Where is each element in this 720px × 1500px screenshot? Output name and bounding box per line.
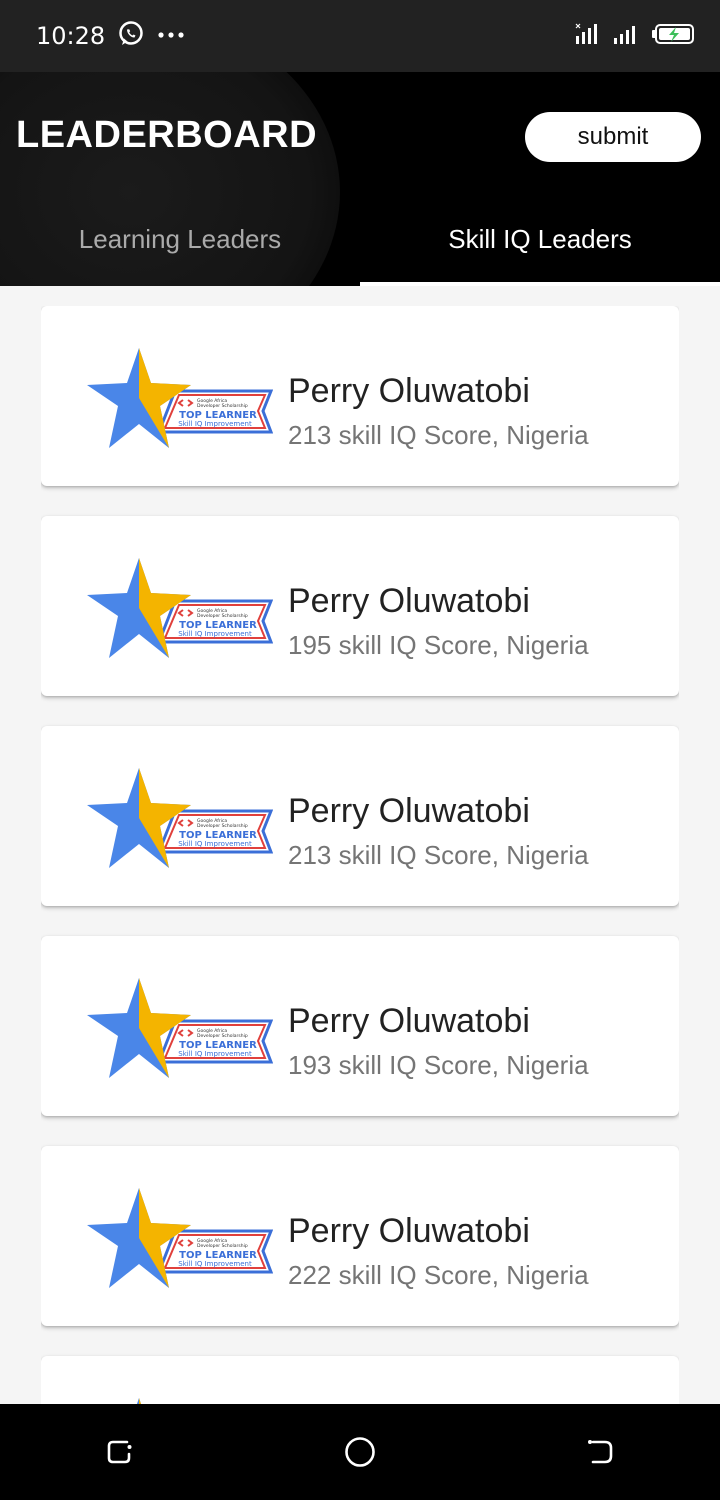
leader-score: 222 skill IQ Score, Nigeria xyxy=(288,1260,589,1290)
badge-subtitle: Skill IQ Improvement xyxy=(178,1260,252,1268)
submit-button[interactable]: submit xyxy=(525,112,701,162)
screen: 10:28 LEADERBOARD submit Learning Leader… xyxy=(0,0,720,1500)
status-bar: 10:28 xyxy=(0,0,720,72)
signal-icon xyxy=(612,22,640,51)
top-learner-badge-icon: Google AfricaDeveloper ScholarshipTOP LE… xyxy=(87,766,274,870)
top-learner-badge-icon: Google AfricaDeveloper ScholarshipTOP LE… xyxy=(87,1396,273,1404)
badge-line2: Developer Scholarship xyxy=(197,823,248,829)
recent-apps-icon[interactable] xyxy=(90,1422,150,1482)
status-right xyxy=(574,22,696,51)
leader-score: 195 skill IQ Score, Nigeria xyxy=(288,630,589,660)
battery-charging-icon xyxy=(650,22,696,51)
home-icon[interactable] xyxy=(330,1422,390,1482)
leader-card[interactable]: Google AfricaDeveloper ScholarshipTOP LE… xyxy=(41,1146,679,1326)
tab-bar: Learning Leaders Skill IQ Leaders xyxy=(0,200,720,286)
top-learner-badge-icon: Google AfricaDeveloper ScholarshipTOP LE… xyxy=(87,1186,274,1290)
status-time: 10:28 xyxy=(36,22,106,50)
leader-card[interactable]: Google AfricaDeveloper ScholarshipTOP LE… xyxy=(41,516,679,696)
leader-name: Perry Oluwatobi xyxy=(288,582,530,620)
badge-subtitle: Skill IQ Improvement xyxy=(178,1050,252,1058)
badge-subtitle: Skill IQ Improvement xyxy=(178,420,252,428)
top-learner-badge-icon: Google AfricaDeveloper ScholarshipTOP LE… xyxy=(87,556,274,660)
leader-name: Perry Oluwatobi xyxy=(288,372,530,410)
tab-skill-iq-leaders[interactable]: Skill IQ Leaders xyxy=(360,200,720,286)
more-dots-icon xyxy=(157,27,185,45)
badge-line2: Developer Scholarship xyxy=(197,613,248,619)
leader-name: Perry Oluwatobi xyxy=(288,1002,530,1040)
navigation-bar xyxy=(0,1404,720,1500)
leader-card[interactable]: Google AfricaDeveloper ScholarshipTOP LE… xyxy=(41,726,679,906)
app-bar: LEADERBOARD submit Learning Leaders Skil… xyxy=(0,72,720,286)
top-learner-badge-icon: Google AfricaDeveloper ScholarshipTOP LE… xyxy=(87,976,274,1080)
signal-icon xyxy=(574,22,602,51)
leaders-list[interactable]: Google Africa Developer Scholarship TOP LE… xyxy=(41,306,679,1404)
leader-card[interactable]: Google AfricaDeveloper ScholarshipTOP LE… xyxy=(41,306,679,486)
leader-name: Perry Oluwatobi xyxy=(288,1212,530,1250)
leader-score: 213 skill IQ Score, Nigeria xyxy=(288,840,589,870)
badge-line2: Developer Scholarship xyxy=(197,1243,248,1249)
leader-card[interactable]: Google AfricaDeveloper ScholarshipTOP LE… xyxy=(41,936,679,1116)
leader-name: Perry Oluwatobi xyxy=(288,792,530,830)
badge-line2: Developer Scholarship xyxy=(197,1033,248,1039)
back-icon[interactable] xyxy=(570,1422,630,1482)
badge-line2: Developer Scholarship xyxy=(197,403,248,409)
whatsapp-icon xyxy=(117,20,145,53)
leader-score: 213 skill IQ Score, Nigeria xyxy=(288,420,589,450)
badge-subtitle: Skill IQ Improvement xyxy=(178,840,252,848)
top-learner-badge-icon: Google AfricaDeveloper ScholarshipTOP LE… xyxy=(87,346,274,450)
status-left: 10:28 xyxy=(36,20,185,53)
tab-learning-leaders[interactable]: Learning Leaders xyxy=(0,200,360,286)
leader-card[interactable]: Google AfricaDeveloper ScholarshipTOP LE… xyxy=(41,1356,679,1404)
page-title: LEADERBOARD xyxy=(16,114,318,156)
leader-score: 193 skill IQ Score, Nigeria xyxy=(288,1050,589,1080)
badge-subtitle: Skill IQ Improvement xyxy=(178,630,252,638)
